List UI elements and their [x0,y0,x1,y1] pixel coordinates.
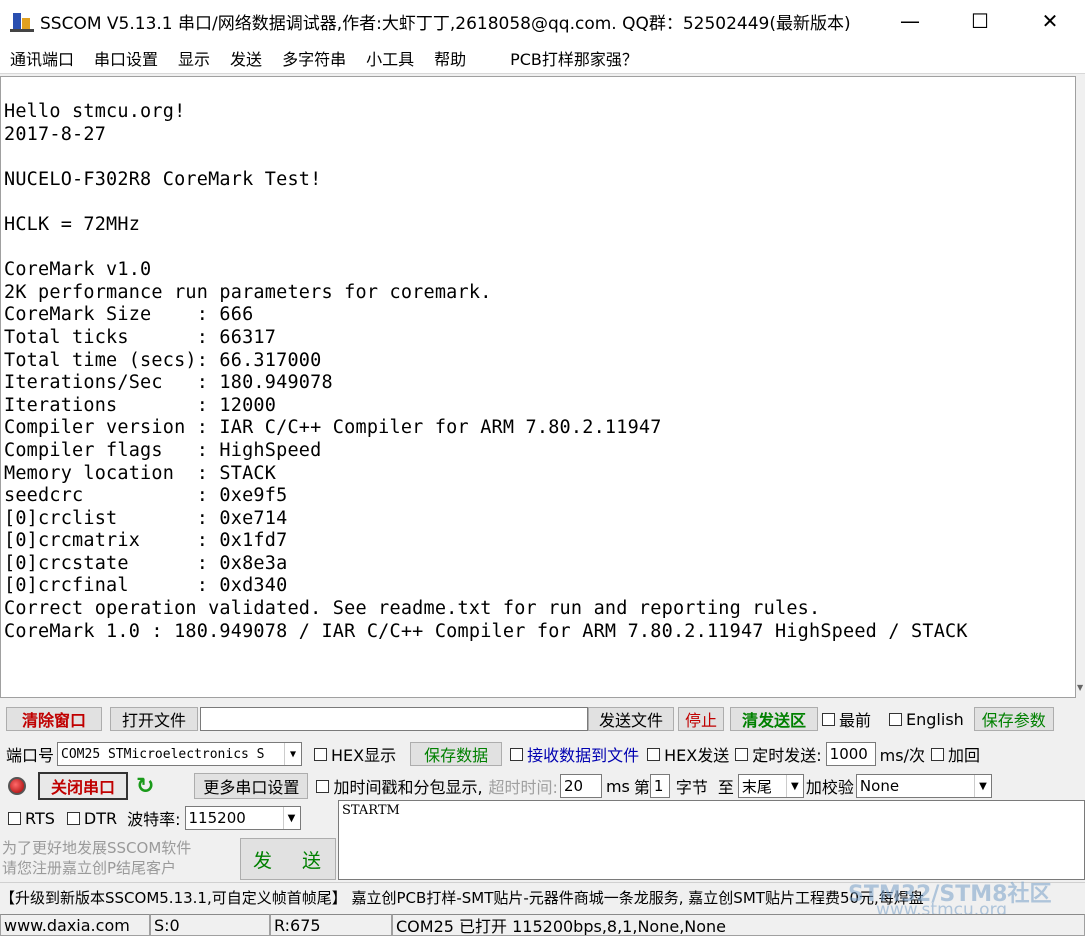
timed-send-label: 定时发送: [752,746,822,765]
minimize-button[interactable]: — [875,0,945,42]
hex-send-label: HEX发送 [664,746,730,765]
open-file-button[interactable]: 打开文件 [110,707,198,731]
dtr-checkbox[interactable] [66,811,80,825]
add-label: 加回 [947,746,980,765]
promo-text[interactable]: 【升级到新版本SSCOM5.13.1,可自定义帧首帧尾】 嘉立创PCB打样-SM… [0,887,924,908]
save-data-button[interactable]: 保存数据 [410,742,503,766]
nth-label: 第 [633,778,650,797]
menu-help[interactable]: 帮助 [424,46,476,70]
send-file-button[interactable]: 发送文件 [588,707,674,731]
close-port-button[interactable]: 关闭串口 [38,772,128,800]
port-select[interactable]: COM25 STMicroelectronics S ▼ [57,742,303,766]
port-label: 端口号 [6,746,55,765]
baud-select[interactable]: 115200 ▼ [184,806,301,830]
receive-text: Hello stmcu.org! 2017-8-27 NUCELO-F302R8… [4,101,968,642]
status-port-info: COM25 已打开 115200bps,8,1,None,None [392,914,1085,936]
stop-button[interactable]: 停止 [678,707,724,731]
timestamp-label: 加时间戳和分包显示, [333,778,483,797]
timeout-label: 超时时间: [488,778,558,797]
english-checkbox[interactable] [889,712,903,726]
dtr-label: DTR [83,808,118,828]
port-status-led-icon [8,777,26,795]
receive-area[interactable]: Hello stmcu.org! 2017-8-27 NUCELO-F302R8… [0,76,1076,698]
port-value: COM25 STMicroelectronics S [61,746,265,762]
interval-input[interactable]: 1000 [825,742,876,766]
hex-display-label: HEX显示 [331,746,397,765]
menu-tools[interactable]: 小工具 [356,46,424,70]
more-serial-settings-button[interactable]: 更多串口设置 [194,773,309,799]
file-path-input[interactable] [200,707,588,731]
status-bar: www.daxia.com S:0 R:675 COM25 已打开 115200… [0,914,1085,936]
menu-pcb[interactable]: PCB打样那家强？ [500,46,648,70]
add-checkbox[interactable] [930,747,944,761]
byte-label: 字节 [675,778,708,797]
checksum-value: None [859,777,900,795]
end-select[interactable]: 末尾 ▼ [737,774,804,798]
topmost-label: 最前 [839,711,872,730]
timed-send-checkbox[interactable] [735,747,749,761]
vertical-scrollbar[interactable]: ▼ [1076,76,1085,698]
menu-send[interactable]: 发送 [220,46,272,70]
recv-to-file-checkbox[interactable] [510,747,524,761]
end-value: 末尾 [741,777,772,796]
register-notice[interactable]: 为了更好地发展SSCOM软件 请您注册嘉立创P结尾客户 [2,838,238,878]
byte-index-input[interactable]: 1 [649,774,670,798]
chevron-down-icon[interactable]: ▼ [282,807,300,829]
interval-unit: ms/次 [879,746,925,765]
timestamp-checkbox[interactable] [316,779,330,793]
send-text: STARTM [342,803,400,818]
chevron-down-icon[interactable]: ▼ [284,743,302,765]
rts-checkbox[interactable] [8,811,21,825]
send-button[interactable]: 发 送 [240,838,336,880]
close-button[interactable]: ✕ [1015,0,1085,42]
chevron-down-icon[interactable]: ▼ [973,775,991,797]
refresh-icon[interactable]: ↻ [136,774,154,799]
menu-display[interactable]: 显示 [168,46,220,70]
baud-value: 115200 [188,809,246,827]
timeout-unit: ms [605,776,630,796]
status-sent-count: S:0 [150,914,270,936]
app-icon [10,9,34,33]
scroll-down-icon[interactable]: ▼ [1077,683,1083,692]
checksum-label: 加校验 [805,778,854,797]
chevron-down-icon[interactable]: ▼ [785,775,803,797]
hex-display-checkbox[interactable] [314,747,328,761]
baud-label: 波特率: [127,810,181,829]
menu-multi-string[interactable]: 多字符串 [272,46,356,70]
send-textarea[interactable]: STARTM [338,800,1085,880]
menu-serial-settings[interactable]: 串口设置 [84,46,168,70]
rts-label: RTS [25,808,55,828]
clear-send-area-button[interactable]: 清发送区 [730,707,818,731]
menu-comm-port[interactable]: 通讯端口 [0,46,84,70]
to-label: 至 [717,778,734,797]
hex-send-checkbox[interactable] [647,747,661,761]
status-site-link[interactable]: www.daxia.com [0,914,150,936]
save-params-button[interactable]: 保存参数 [973,707,1054,731]
topmost-checkbox[interactable] [822,712,835,726]
title-bar: SSCOM V5.13.1 串口/网络数据调试器,作者:大虾丁丁,2618058… [0,0,1085,42]
timeout-input[interactable]: 20 [559,774,602,798]
english-label: English [906,709,964,729]
menu-bar: 通讯端口 串口设置 显示 发送 多字符串 小工具 帮助 PCB打样那家强？ [0,42,1085,74]
window-title: SSCOM V5.13.1 串口/网络数据调试器,作者:大虾丁丁,2618058… [40,13,851,34]
checksum-select[interactable]: None ▼ [855,774,992,798]
maximize-button[interactable]: ☐ [945,0,1015,42]
status-received-count: R:675 [270,914,392,936]
clear-window-button[interactable]: 清除窗口 [6,707,102,731]
recv-to-file-label[interactable]: 接收数据到文件 [527,742,639,766]
